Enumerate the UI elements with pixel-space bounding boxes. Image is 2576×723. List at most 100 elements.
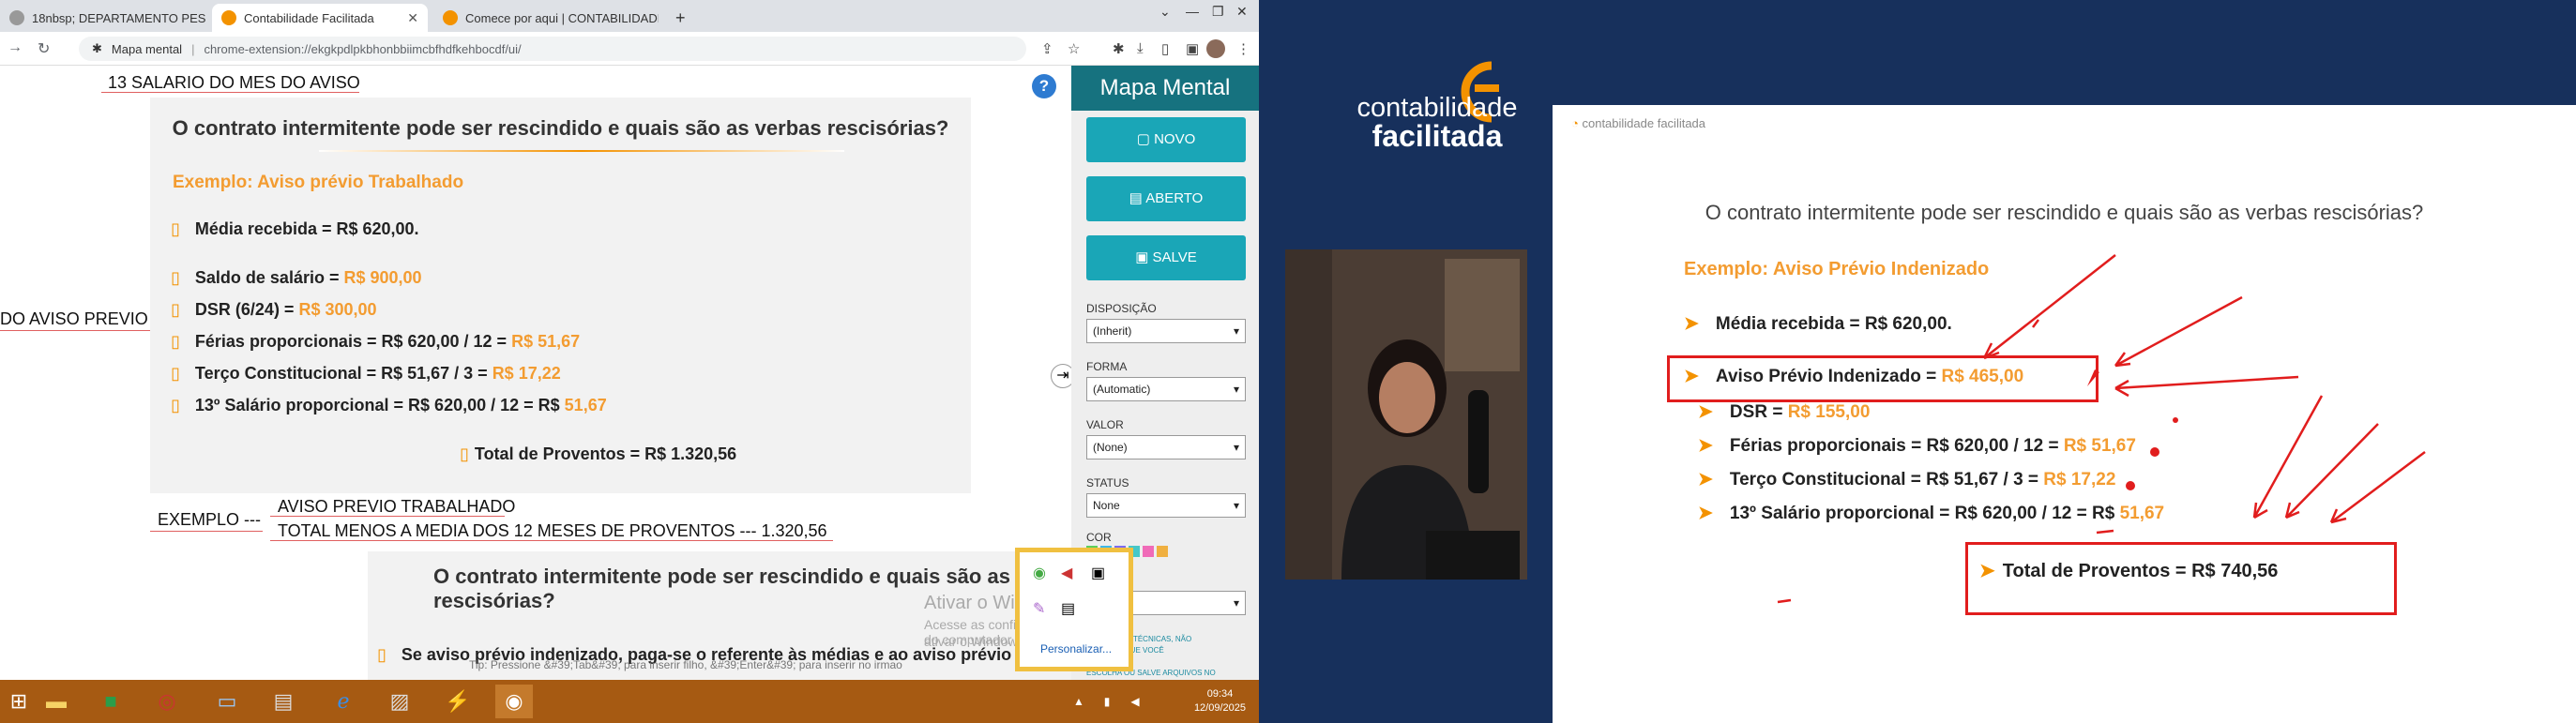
cor-label: COR <box>1086 531 1112 544</box>
torrent-icon[interactable]: ◉ <box>1033 564 1046 582</box>
browser-toolbar: → ↻ ✱ Mapa mental | chrome-extension://e… <box>0 32 1259 66</box>
windows-watermark: ativar o Windows. <box>924 634 1028 649</box>
lock-icon[interactable]: ▣ <box>1186 40 1199 57</box>
help-button[interactable]: ? <box>1032 74 1056 98</box>
clock-time: 09:34 <box>1206 688 1234 700</box>
clock-date: 12/09/2025 <box>1193 702 1246 714</box>
presenter-image <box>1285 249 1527 580</box>
mindmap-node[interactable]: EXEMPLO --- <box>158 510 261 530</box>
chrome-icon[interactable]: ◉ <box>495 685 533 718</box>
browser-window: 18nbsp; DEPARTAMENTO PESSOAL ✕ Contabili… <box>0 0 1259 723</box>
url-text: chrome-extension://ekgkpdlpkbhonbbiimcbf… <box>204 41 522 56</box>
slide-image: O contrato intermitente pode ser rescind… <box>150 98 971 493</box>
forward-icon[interactable]: → <box>8 39 23 56</box>
share-icon[interactable]: ⇪ <box>1041 40 1053 57</box>
forma-select[interactable]: (Automatic) <box>1086 377 1246 401</box>
folder-icon[interactable]: ▬ <box>38 685 75 718</box>
status-label: STATUS <box>1086 476 1129 490</box>
collapse-panel-button[interactable]: ⇥ <box>1051 364 1071 388</box>
connector-line <box>270 516 505 517</box>
mindmap-node[interactable]: 13 SALARIO DO MES DO AVISO <box>108 73 360 93</box>
site-name: Mapa mental <box>111 41 183 56</box>
taskbar: ⊞ ▬ ■ ◎ ▭ ▤ ℯ ▨ ⚡ ◉ ▲ ▮ ◀ 09:34 12/09/20… <box>0 680 1259 723</box>
bullet-dsr: ▯ DSR (6/24) = R$ 300,00 <box>171 300 377 319</box>
pen-icon[interactable]: ✎ <box>1033 599 1045 618</box>
connector-line <box>101 92 359 93</box>
new-button[interactable]: ▢ NOVO <box>1086 117 1246 162</box>
customize-link[interactable]: Personalizar... <box>1040 642 1112 655</box>
annotation-arrows <box>1777 254 2426 604</box>
status-select[interactable]: None <box>1086 493 1246 518</box>
screen: 18nbsp; DEPARTAMENTO PESSOAL ✕ Contabili… <box>0 0 2576 723</box>
mindmap-canvas[interactable]: 13 SALARIO DO MES DO AVISO ? O contrato … <box>0 66 1071 680</box>
slide-question: O contrato intermitente pode ser rescind… <box>172 116 949 140</box>
store-icon[interactable]: ■ <box>92 685 129 718</box>
clock[interactable]: 09:34 12/09/2025 <box>1194 687 1246 715</box>
tab-strip: 18nbsp; DEPARTAMENTO PESSOAL ✕ Contabili… <box>0 0 1259 32</box>
mindmap-node[interactable]: AVISO PREVIO TRABALHADO <box>278 497 515 517</box>
tab-label: Contabilidade Facilitada <box>244 10 374 25</box>
forma-label: FORMA <box>1086 360 1128 373</box>
tab-label: 18nbsp; DEPARTAMENTO PESSOAL <box>32 10 206 25</box>
star-icon[interactable]: ☆ <box>1068 40 1080 57</box>
file-icon: ▢ <box>1136 131 1155 147</box>
disposicao-select[interactable]: (Inherit) <box>1086 319 1246 343</box>
divider: | <box>191 41 195 56</box>
swatch-yellow[interactable] <box>1157 546 1168 557</box>
tray-overflow-popup: ◉ ◀ ▣ ✎ ▤ Personalizar... <box>1015 548 1133 671</box>
favicon-icon <box>443 10 458 25</box>
disposicao-label: DISPOSIÇÃO <box>1086 302 1157 315</box>
ie-icon[interactable]: ℯ <box>325 685 362 718</box>
computer-icon[interactable]: ▭ <box>208 685 246 718</box>
new-tab-button[interactable]: + <box>666 4 694 32</box>
photos-icon[interactable]: ▨ <box>381 685 418 718</box>
tab-comece[interactable]: Comece por aqui | CONTABILIDADE ✕ <box>433 4 659 32</box>
keyboard-hint: Tip: Pressione &#39;Tab&#39; para inseri… <box>469 658 902 671</box>
restore-icon[interactable]: ❐ <box>1212 4 1224 20</box>
presenter-webcam <box>1285 249 1527 580</box>
tab-contabilidade[interactable]: Contabilidade Facilitada ✕ <box>212 4 428 32</box>
example-title: Exemplo: Aviso prévio Trabalhado <box>173 173 464 192</box>
download-icon[interactable]: ⤓ <box>1137 40 1144 56</box>
open-button[interactable]: ▤ ABERTO <box>1086 176 1246 221</box>
connector-line <box>150 531 263 532</box>
total-proventos: ▯ Total de Proventos = R$ 1.320,56 <box>460 444 737 463</box>
app-icon[interactable]: ◎ <box>148 685 186 718</box>
tab-label: Comece por aqui | CONTABILIDADE <box>465 10 659 25</box>
save-icon: ▣ <box>1135 249 1153 265</box>
divider <box>319 150 844 152</box>
address-bar[interactable]: ✱ Mapa mental | chrome-extension://ekgkp… <box>79 37 1026 61</box>
close-icon[interactable]: ✕ <box>407 10 418 26</box>
brand-name: contabilidade facilitada <box>1356 93 1518 153</box>
connector-line <box>0 330 150 331</box>
bullet-saldo: ▯ Saldo de salário = R$ 900,00 <box>171 268 422 287</box>
favicon-icon <box>9 10 24 25</box>
minimize-icon[interactable]: — <box>1186 4 1199 19</box>
tab-departamento[interactable]: 18nbsp; DEPARTAMENTO PESSOAL ✕ <box>0 4 206 32</box>
monitor-icon[interactable]: ▣ <box>1091 564 1105 582</box>
speaker-icon[interactable]: ◀ <box>1061 564 1072 582</box>
keyboard-icon[interactable]: ▤ <box>1061 599 1075 618</box>
bullet-media: ▯ Média recebida = R$ 620,00. <box>171 219 419 238</box>
save-button[interactable]: ▣ SALVE <box>1086 235 1246 280</box>
extensions-icon[interactable]: ✱ <box>1113 40 1125 57</box>
chevron-down-icon[interactable]: ⌄ <box>1159 4 1171 20</box>
volume-icon[interactable]: ◀ <box>1116 685 1154 718</box>
swatch-pink[interactable] <box>1143 546 1154 557</box>
sidebar-icon[interactable]: ▯ <box>1161 40 1169 57</box>
notepad-icon[interactable]: ▤ <box>265 685 302 718</box>
mindmap-node[interactable]: DO AVISO PREVIO <box>0 309 148 329</box>
reload-icon[interactable]: ↻ <box>38 39 50 58</box>
valor-label: VALOR <box>1086 418 1124 431</box>
menu-icon[interactable]: ⋮ <box>1236 40 1250 57</box>
panel-title: Mapa Mental <box>1071 66 1259 111</box>
start-icon[interactable]: ⊞ <box>0 685 38 718</box>
avatar[interactable] <box>1206 39 1225 58</box>
acrobat-icon[interactable]: ⚡ <box>439 685 477 718</box>
extension-icon: ✱ <box>92 41 102 55</box>
close-window-icon[interactable]: ✕ <box>1236 4 1248 20</box>
bullet-ferias: ▯ Férias proporcionais = R$ 620,00 / 12 =… <box>171 332 581 351</box>
valor-select[interactable]: (None) <box>1086 435 1246 459</box>
bullet-terco: ▯ Terço Constitucional = R$ 51,67 / 3 = R… <box>171 364 561 383</box>
mindmap-node[interactable]: TOTAL MENOS A MEDIA DOS 12 MESES DE PROV… <box>278 521 827 541</box>
